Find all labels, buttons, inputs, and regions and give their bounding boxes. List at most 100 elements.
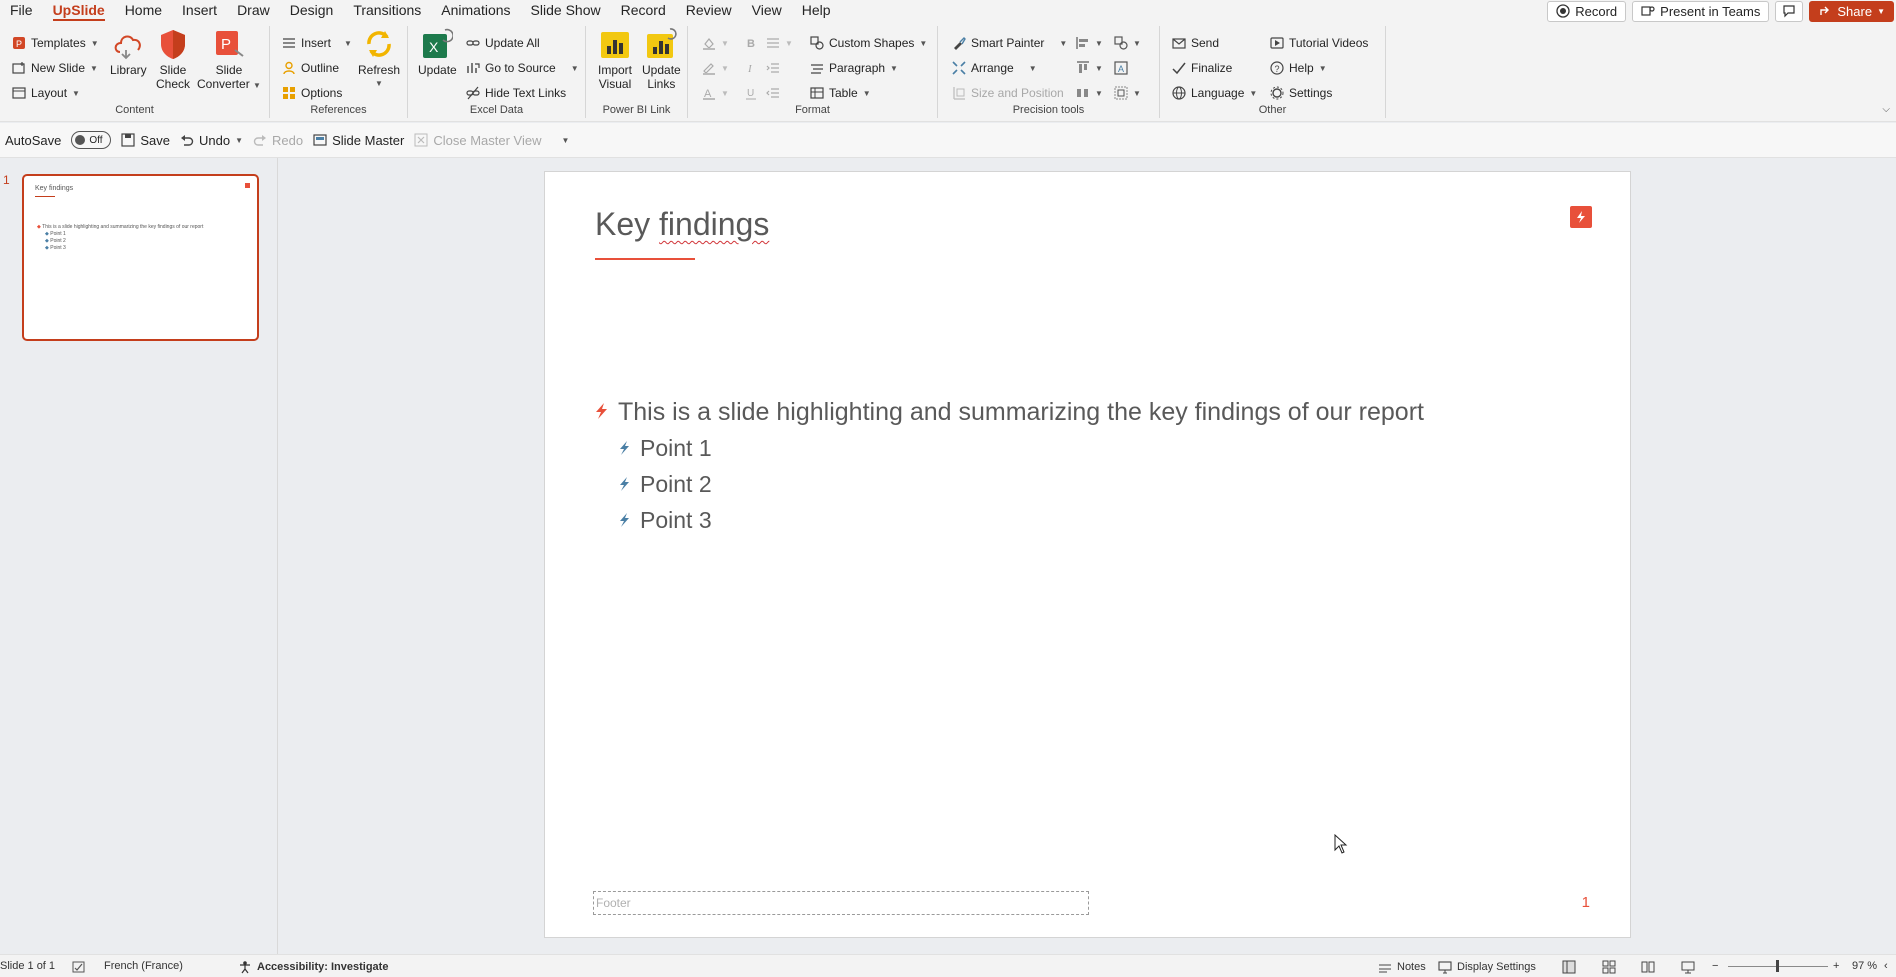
collapse-ribbon-icon[interactable]: ⌵ [1882,104,1890,115]
refresh-button[interactable]: Refresh ▼ [358,28,400,91]
spell-check-button[interactable] [72,960,86,974]
outline-button[interactable]: Outline [282,57,339,79]
align-objects-button[interactable]: ▼ [1076,32,1103,54]
fit-slide-icon[interactable]: ‹ [1884,960,1888,972]
send-button[interactable]: Send [1172,32,1219,54]
custom-shapes-button[interactable]: Custom Shapes ▼ [810,32,927,54]
line-color-button[interactable]: ▼ [702,57,729,79]
go-to-source-icon [466,61,480,75]
close-master-view-button[interactable]: Close Master View [414,133,541,148]
tab-home[interactable]: Home [115,0,172,22]
options-button[interactable]: Options [282,82,342,104]
new-slide-button[interactable]: New Slide ▼ [12,57,98,79]
present-in-teams-button[interactable]: Present in Teams [1632,0,1770,22]
insert-reference-button[interactable]: Insert ▼ [282,32,352,54]
zoom-in-button[interactable]: + [1833,960,1839,972]
tab-review[interactable]: Review [676,0,742,22]
spelling-flagged-word: findings [659,206,770,242]
tab-help[interactable]: Help [792,0,841,22]
text-box-button[interactable]: A [1114,57,1128,79]
tab-upslide[interactable]: UpSlide [43,0,115,22]
italic-button[interactable]: I [744,57,758,79]
chevron-down-icon: ▼ [344,38,352,48]
align-button[interactable]: ▼ [766,32,793,54]
group-objects-button[interactable]: ▼ [1114,82,1141,104]
shape-tools-button[interactable]: ▼ [1114,32,1141,54]
slide-title[interactable]: Key findings [595,206,769,243]
tab-view[interactable]: View [742,0,792,22]
footer-placeholder[interactable]: Footer [593,891,1089,915]
accessibility-button[interactable]: Accessibility: Investigate [238,960,388,974]
slide-thumbnail[interactable]: Key findings ◆ This is a slide highlight… [22,174,259,341]
slide-check-button[interactable]: Slide Check [156,28,190,91]
table-button[interactable]: Table ▼ [810,82,871,104]
save-button[interactable]: Save [121,133,170,148]
settings-button[interactable]: Settings [1270,82,1332,104]
tab-slide-show[interactable]: Slide Show [521,0,611,22]
distribute-button[interactable]: ▼ [1076,57,1103,79]
tab-insert[interactable]: Insert [172,0,227,22]
help-button[interactable]: ? Help ▼ [1270,57,1327,79]
tab-file[interactable]: File [0,0,43,22]
autosave-toggle[interactable]: Off [71,131,112,149]
import-visual-button[interactable]: Import Visual [598,28,632,91]
layout-label: Layout [31,86,68,100]
arrange-button[interactable]: Arrange ▼ [952,57,1037,79]
indent-decrease-button[interactable] [766,82,780,104]
zoom-slider-thumb[interactable] [1776,960,1779,972]
fill-color-button[interactable]: ▼ [702,32,729,54]
tab-animations[interactable]: Animations [431,0,520,22]
tutorial-videos-button[interactable]: Tutorial Videos [1270,32,1368,54]
slide-sorter-button[interactable] [1602,960,1616,974]
zoom-level[interactable]: 97 % [1852,960,1877,972]
chevron-down-icon[interactable]: ▼ [235,136,243,145]
undo-button[interactable]: Undo ▼ [180,133,243,148]
hide-text-links-button[interactable]: Hide Text Links [466,82,566,104]
bullet-point: Point 2 [593,466,1424,502]
slide[interactable]: Key findings This is a slide highlightin… [544,171,1631,938]
indent-icon [766,61,780,75]
svg-text:U: U [747,88,754,99]
record-button[interactable]: Record [1547,0,1627,22]
redo-button[interactable]: Redo [253,133,303,148]
tab-transitions[interactable]: Transitions [343,0,431,22]
indent-increase-button[interactable] [766,57,780,79]
slide-body[interactable]: This is a slide highlighting and summari… [593,394,1424,538]
tab-design[interactable]: Design [280,0,344,22]
tab-draw[interactable]: Draw [227,0,280,22]
paragraph-button[interactable]: Paragraph ▼ [810,57,898,79]
editing-canvas[interactable]: Key findings This is a slide highlightin… [279,158,1896,954]
library-button[interactable]: Library [110,28,147,77]
display-settings-button[interactable]: Display Settings [1438,960,1536,974]
language-status[interactable]: French (France) [104,960,183,972]
normal-view-button[interactable] [1562,960,1576,974]
thumbnail-bullet: ◆ This is a slide highlighting and summa… [37,224,204,230]
slide-converter-button[interactable]: P Slide Converter ▼ [197,28,261,93]
finalize-button[interactable]: Finalize [1172,57,1232,79]
size-position-button[interactable]: Size and Position [952,82,1064,104]
match-size-button[interactable]: ▼ [1076,82,1103,104]
update-all-button[interactable]: Update All [466,32,540,54]
bold-button[interactable]: B [744,32,758,54]
customize-toolbar-icon[interactable]: ▼ [561,136,569,145]
send-label: Send [1191,36,1220,50]
zoom-out-button[interactable]: − [1712,960,1718,972]
reading-view-button[interactable] [1641,960,1655,974]
share-button[interactable]: Share ▼ [1809,0,1894,22]
update-links-button[interactable]: Update Links [642,28,681,91]
layout-button[interactable]: Layout ▼ [12,82,80,104]
underline-button[interactable]: U [744,82,758,104]
templates-button[interactable]: P Templates ▼ [12,32,99,54]
tab-record[interactable]: Record [611,0,676,22]
comments-button[interactable] [1775,0,1804,22]
slide-master-button[interactable]: Slide Master [313,133,404,148]
go-to-source-button[interactable]: Go to Source ▼ [466,57,579,79]
slide-show-button[interactable] [1681,960,1695,974]
excel-update-button[interactable]: X Update [418,28,457,77]
language-button[interactable]: Language ▼ [1172,82,1257,104]
notes-button[interactable]: Notes [1378,960,1426,974]
smart-painter-button[interactable]: Smart Painter ▼ [952,32,1067,54]
library-label: Library [110,63,147,77]
font-color-button[interactable]: A ▼ [702,82,729,104]
bold-icon: B [744,36,758,50]
